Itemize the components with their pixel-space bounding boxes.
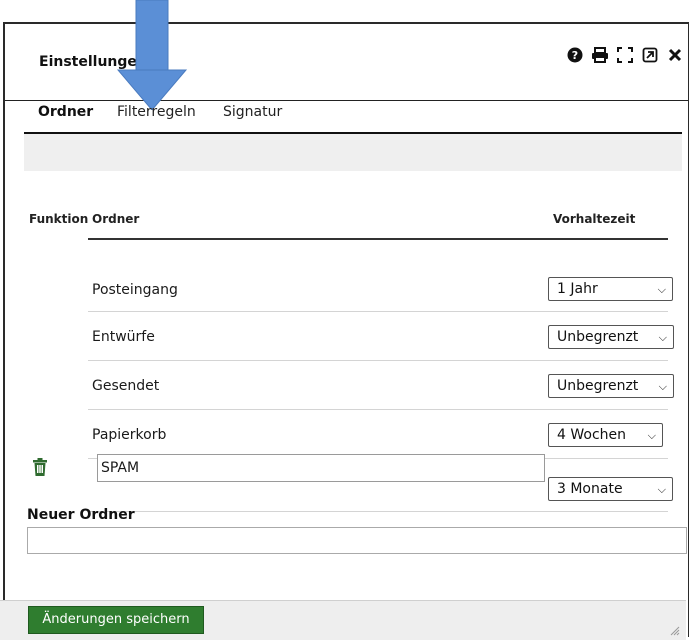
dialog-titlebar: Einstellungen ? bbox=[5, 24, 688, 101]
folder-name-input[interactable]: SPAM bbox=[97, 454, 545, 482]
new-folder-label: Neuer Ordner bbox=[27, 507, 135, 523]
tab-signatur[interactable]: Signatur bbox=[223, 104, 282, 120]
retention-value: 1 Jahr bbox=[557, 281, 598, 297]
row-divider bbox=[88, 360, 668, 361]
retention-select-papierkorb[interactable]: 4 Wochen ⌵ bbox=[548, 423, 663, 447]
trash-icon[interactable] bbox=[33, 458, 47, 476]
chevron-down-icon: ⌵ bbox=[647, 429, 656, 442]
toolbar-area bbox=[24, 134, 682, 171]
chevron-down-icon: ⌵ bbox=[657, 283, 666, 296]
retention-select-spam[interactable]: 3 Monate ⌵ bbox=[548, 477, 673, 501]
resize-grip-icon[interactable] bbox=[670, 626, 680, 636]
row-divider bbox=[88, 511, 668, 512]
tab-ordner[interactable]: Ordner bbox=[38, 104, 93, 120]
retention-value: Unbegrenzt bbox=[557, 378, 639, 394]
retention-select-gesendet[interactable]: Unbegrenzt ⌵ bbox=[548, 374, 674, 398]
new-folder-input[interactable] bbox=[27, 527, 687, 554]
header-ordner: Ordner bbox=[92, 212, 140, 226]
retention-value: Unbegrenzt bbox=[557, 329, 639, 345]
retention-value: 4 Wochen bbox=[557, 427, 627, 443]
annotation-arrow-icon bbox=[116, 0, 188, 110]
header-funktion: Funktion bbox=[29, 212, 89, 226]
row-divider bbox=[88, 311, 668, 312]
folder-name-posteingang: Posteingang bbox=[92, 282, 178, 298]
fullscreen-icon[interactable] bbox=[616, 46, 634, 64]
header-divider bbox=[88, 238, 668, 240]
folder-name-papierkorb: Papierkorb bbox=[92, 427, 167, 443]
retention-select-posteingang[interactable]: 1 Jahr ⌵ bbox=[548, 277, 673, 301]
print-icon[interactable] bbox=[591, 46, 609, 64]
row-divider bbox=[88, 409, 668, 410]
retention-select-entwuerfe[interactable]: Unbegrenzt ⌵ bbox=[548, 325, 674, 349]
tab-filterregeln[interactable]: Filterregeln bbox=[117, 104, 196, 120]
retention-value: 3 Monate bbox=[557, 481, 623, 497]
chevron-down-icon: ⌵ bbox=[658, 380, 667, 393]
help-icon[interactable]: ? bbox=[566, 46, 584, 64]
header-vorhaltezeit: Vorhaltezeit bbox=[553, 212, 636, 226]
settings-tabs: Ordner Filterregeln Signatur bbox=[24, 104, 682, 134]
folder-name-entwuerfe: Entwürfe bbox=[92, 329, 155, 345]
save-changes-button[interactable]: Änderungen speichern bbox=[28, 606, 204, 634]
chevron-down-icon: ⌵ bbox=[658, 331, 667, 344]
popout-icon[interactable] bbox=[641, 46, 659, 64]
folder-name-gesendet: Gesendet bbox=[92, 378, 160, 394]
titlebar-toolbar: ? bbox=[566, 46, 684, 64]
svg-text:?: ? bbox=[572, 49, 578, 62]
close-icon[interactable] bbox=[666, 46, 684, 64]
chevron-down-icon: ⌵ bbox=[657, 483, 666, 496]
